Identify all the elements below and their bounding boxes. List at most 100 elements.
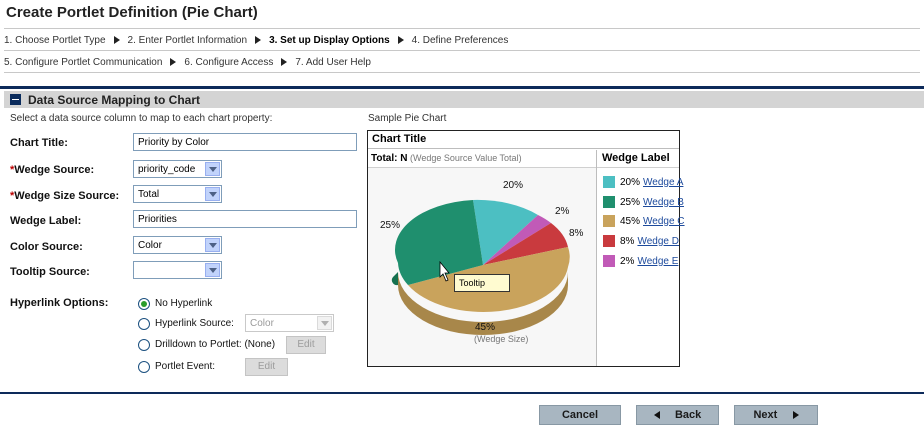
wedge-size-note: (Wedge Size) — [474, 334, 529, 344]
wedge-source-select[interactable]: priority_code — [133, 160, 222, 178]
wizard-steps-row-2: 5. Configure Portlet Communication 6. Co… — [4, 52, 375, 72]
sample-chart-title: Chart Title — [368, 131, 679, 149]
pct-label-wedge-c: 45% — [475, 322, 496, 333]
wizard-step-4[interactable]: 4. Define Preferences — [412, 35, 513, 46]
hyperlink-source-radio[interactable] — [138, 318, 150, 330]
step-arrow-icon — [170, 58, 177, 66]
legend-header: Wedge Label — [602, 152, 670, 164]
wedge-size-source-select[interactable]: Total — [133, 185, 222, 203]
back-label: Back — [674, 409, 702, 421]
wedge-source-value: priority_code — [138, 164, 196, 175]
chevron-down-icon[interactable] — [205, 162, 220, 176]
step-arrow-icon — [281, 58, 288, 66]
wizard-step-2[interactable]: 2. Enter Portlet Information — [128, 35, 252, 46]
wizard-step-3-current: 3. Set up Display Options — [269, 34, 390, 46]
hyperlink-source-label: Hyperlink Source: — [155, 318, 234, 329]
hyperlink-options-label: Hyperlink Options: — [10, 297, 109, 309]
header-separator — [0, 86, 924, 89]
sample-chart-label: Sample Pie Chart — [368, 113, 447, 124]
back-button[interactable]: Back — [636, 405, 719, 425]
pct-label-wedge-e: 2% — [555, 206, 570, 217]
wedge-size-source-label-text: Wedge Size Source: — [14, 190, 120, 202]
pie-depth-green — [391, 272, 398, 286]
legend-link[interactable]: Wedge A — [643, 177, 683, 188]
wizard-step-5[interactable]: 5. Configure Portlet Communication — [4, 57, 166, 68]
legend-link[interactable]: Wedge D — [637, 236, 679, 247]
step-arrow-icon — [255, 36, 262, 44]
legend-divider — [596, 150, 597, 366]
divider — [4, 50, 920, 51]
wizard-step-7[interactable]: 7. Add User Help — [295, 57, 375, 68]
wizard-step-1[interactable]: 1. Choose Portlet Type — [4, 35, 110, 46]
wedge-label-label: Wedge Label: — [10, 215, 82, 227]
no-hyperlink-radio[interactable] — [138, 298, 150, 310]
legend-item-wedge-c: 45% Wedge C — [603, 214, 685, 228]
chevron-down-icon[interactable] — [205, 187, 220, 201]
drilldown-radio[interactable] — [138, 339, 150, 351]
legend-pct: 8% — [620, 235, 635, 247]
legend-divider — [597, 167, 679, 168]
legend-link[interactable]: Wedge B — [643, 197, 684, 208]
portlet-event-edit-button[interactable]: Edit — [245, 358, 288, 376]
instructions-text: Select a data source column to map to ea… — [10, 113, 273, 124]
color-source-select[interactable]: Color — [133, 236, 222, 254]
legend-swatch — [603, 196, 615, 208]
legend-pct: 2% — [620, 255, 635, 267]
legend-item-wedge-b: 25% Wedge B — [603, 195, 684, 209]
pct-label-wedge-a: 20% — [503, 180, 524, 191]
chevron-down-icon — [317, 316, 332, 330]
no-hyperlink-label: No Hyperlink — [155, 298, 213, 309]
chevron-down-icon[interactable] — [205, 238, 220, 252]
legend-item-wedge-e: 2% Wedge E — [603, 254, 678, 268]
color-source-label: Color Source: — [10, 241, 83, 253]
color-source-value: Color — [138, 240, 162, 251]
legend-pct: 45% — [620, 215, 641, 227]
portlet-event-radio[interactable] — [138, 361, 150, 373]
pct-label-wedge-b: 25% — [380, 220, 401, 231]
legend-swatch — [603, 255, 615, 267]
cancel-label: Cancel — [561, 409, 599, 421]
sample-tooltip: Tooltip — [454, 274, 510, 292]
collapse-icon[interactable] — [10, 94, 21, 105]
wedge-size-source-value: Total — [138, 189, 160, 200]
legend-item-wedge-d: 8% Wedge D — [603, 234, 679, 248]
tooltip-source-select[interactable] — [133, 261, 222, 279]
hyperlink-source-value: Color — [250, 318, 274, 329]
wizard-steps-row-1: 1. Choose Portlet Type 2. Enter Portlet … — [4, 30, 512, 50]
wedge-label-input[interactable]: Priorities — [133, 210, 357, 228]
step-arrow-icon — [113, 36, 120, 44]
wizard-step-6[interactable]: 6. Configure Access — [184, 57, 277, 68]
wedge-source-label-text: Wedge Source: — [14, 164, 95, 176]
next-button[interactable]: Next — [734, 405, 818, 425]
next-label: Next — [753, 409, 778, 421]
hyperlink-source-select[interactable]: Color — [245, 314, 334, 332]
legend-link[interactable]: Wedge E — [637, 256, 678, 267]
wedge-source-label: *Wedge Source: — [10, 164, 94, 176]
divider — [4, 72, 920, 73]
total-note: (Wedge Source Value Total) — [410, 153, 522, 163]
legend-swatch — [603, 215, 615, 227]
arrow-right-icon — [792, 411, 799, 420]
total-label: Total: N — [371, 153, 408, 164]
divider — [4, 28, 920, 29]
page-title: Create Portlet Definition (Pie Chart) — [6, 4, 258, 21]
drilldown-label: Drilldown to Portlet: (None) — [155, 339, 276, 350]
cancel-button[interactable]: Cancel — [539, 405, 621, 425]
section-title: Data Source Mapping to Chart — [28, 92, 201, 107]
legend-pct: 25% — [620, 196, 641, 208]
legend-swatch — [603, 235, 615, 247]
legend-pct: 20% — [620, 176, 641, 188]
legend-link[interactable]: Wedge C — [643, 216, 685, 227]
footer-separator — [0, 392, 924, 394]
legend-swatch — [603, 176, 615, 188]
arrow-left-icon — [653, 411, 660, 420]
portlet-event-label: Portlet Event: — [155, 361, 216, 372]
legend-item-wedge-a: 20% Wedge A — [603, 175, 683, 189]
sample-chart-total: Total: N (Wedge Source Value Total) — [368, 150, 596, 167]
drilldown-edit-button[interactable]: Edit — [286, 336, 326, 354]
chart-title-input[interactable]: Priority by Color — [133, 133, 357, 151]
section-header: Data Source Mapping to Chart — [4, 91, 924, 108]
chevron-down-icon[interactable] — [205, 263, 220, 277]
wedge-size-source-label: *Wedge Size Source: — [10, 190, 119, 202]
pct-label-wedge-d: 8% — [569, 228, 584, 239]
